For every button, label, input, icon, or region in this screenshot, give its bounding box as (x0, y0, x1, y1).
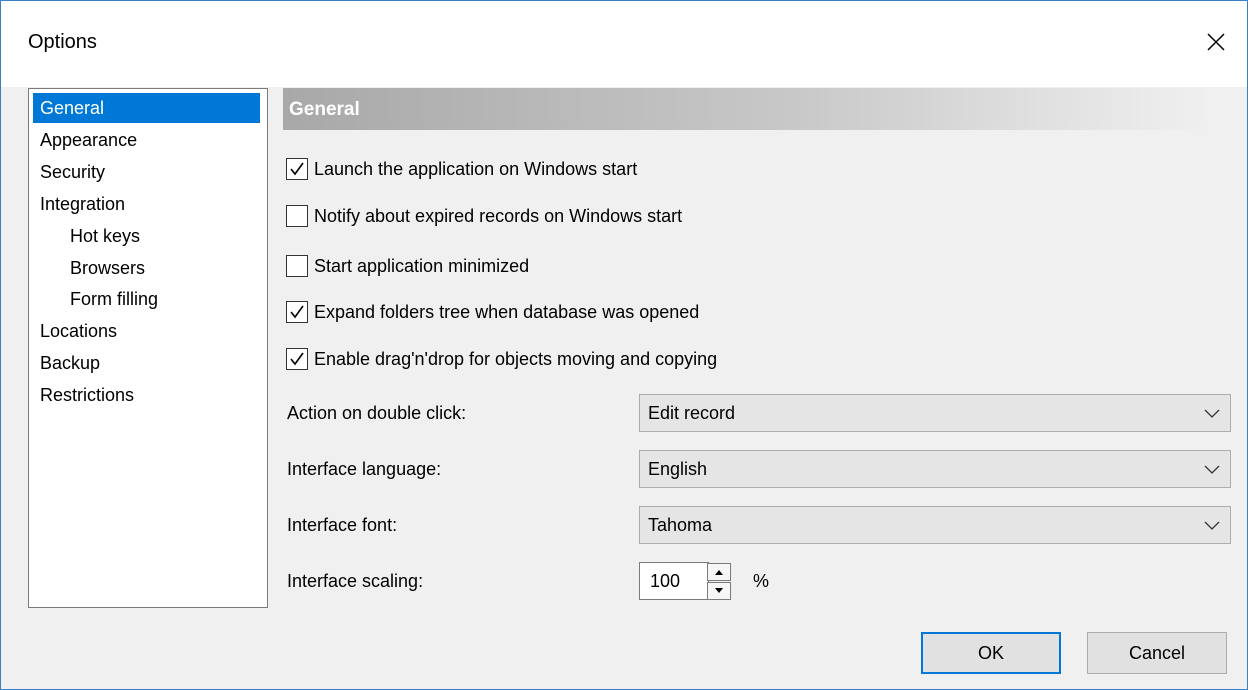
double-click-action-value: Edit record (648, 403, 736, 423)
options-dialog: Options General Appearance Security Inte… (0, 0, 1248, 690)
sidebar-item-browsers[interactable]: Browsers (33, 253, 260, 283)
checkbox-label: Notify about expired records on Windows … (314, 205, 683, 226)
checkbox-box[interactable] (286, 255, 308, 277)
sidebar-item-backup[interactable]: Backup (33, 348, 260, 378)
checkbox-label: Start application minimized (314, 255, 530, 276)
scaling-spinner (707, 562, 733, 600)
chevron-down-icon (1204, 465, 1220, 474)
checkbox-label: Launch the application on Windows start (314, 158, 638, 179)
notify-expired-checkbox[interactable]: Notify about expired records on Windows … (286, 201, 682, 231)
triangle-down-icon (715, 588, 723, 593)
interface-scaling-value: 100 (650, 571, 681, 591)
interface-font-value: Tahoma (648, 515, 713, 535)
section-header: General (283, 88, 1209, 130)
chevron-down-icon (1204, 409, 1220, 418)
interface-language-select[interactable]: English (639, 450, 1231, 488)
start-minimized-checkbox[interactable]: Start application minimized (286, 251, 529, 281)
expand-folders-checkbox[interactable]: Expand folders tree when database was op… (286, 297, 699, 327)
checkbox-label: Expand folders tree when database was op… (314, 301, 700, 322)
sidebar-item-appearance[interactable]: Appearance (33, 125, 260, 155)
interface-font-select[interactable]: Tahoma (639, 506, 1231, 544)
scaling-increase-button[interactable] (707, 563, 731, 581)
triangle-up-icon (715, 570, 723, 575)
scaling-label: Interface scaling: (287, 571, 424, 591)
interface-language-value: English (648, 459, 708, 479)
checkbox-box[interactable] (286, 301, 308, 323)
sidebar-item-restrictions[interactable]: Restrictions (33, 380, 260, 410)
launch-on-start-checkbox[interactable]: Launch the application on Windows start (286, 154, 637, 184)
checkmark-icon (290, 305, 304, 319)
sidebar-item-general[interactable]: General (33, 93, 260, 123)
enable-drag-drop-checkbox[interactable]: Enable drag'n'drop for objects moving an… (286, 344, 717, 374)
sidebar-item-security[interactable]: Security (33, 157, 260, 187)
window-title: Options (28, 31, 97, 53)
sidebar-item-integration[interactable]: Integration (33, 189, 260, 219)
checkbox-box[interactable] (286, 158, 308, 180)
checkbox-box[interactable] (286, 348, 308, 370)
checkmark-icon (290, 162, 304, 176)
sidebar-item-locations[interactable]: Locations (33, 316, 260, 346)
double-click-label: Action on double click: (287, 403, 467, 423)
checkbox-label: Enable drag'n'drop for objects moving an… (314, 348, 718, 369)
checkbox-box[interactable] (286, 205, 308, 227)
double-click-action-select[interactable]: Edit record (639, 394, 1231, 432)
ok-button[interactable]: OK (921, 632, 1061, 674)
close-icon (1207, 33, 1225, 51)
font-label: Interface font: (287, 515, 398, 535)
checkmark-icon (290, 352, 304, 366)
cancel-button[interactable]: Cancel (1087, 632, 1227, 674)
chevron-down-icon (1204, 521, 1220, 530)
close-button[interactable] (1185, 1, 1247, 83)
title-bar: Options (1, 1, 1247, 87)
sidebar-item-hot-keys[interactable]: Hot keys (33, 221, 260, 251)
interface-scaling-input[interactable]: 100 (639, 562, 709, 600)
scaling-unit: % (753, 571, 770, 591)
options-category-list[interactable]: General Appearance Security Integration … (28, 88, 268, 608)
language-label: Interface language: (287, 459, 442, 479)
scaling-decrease-button[interactable] (707, 582, 731, 600)
sidebar-item-form-filling[interactable]: Form filling (33, 284, 260, 314)
